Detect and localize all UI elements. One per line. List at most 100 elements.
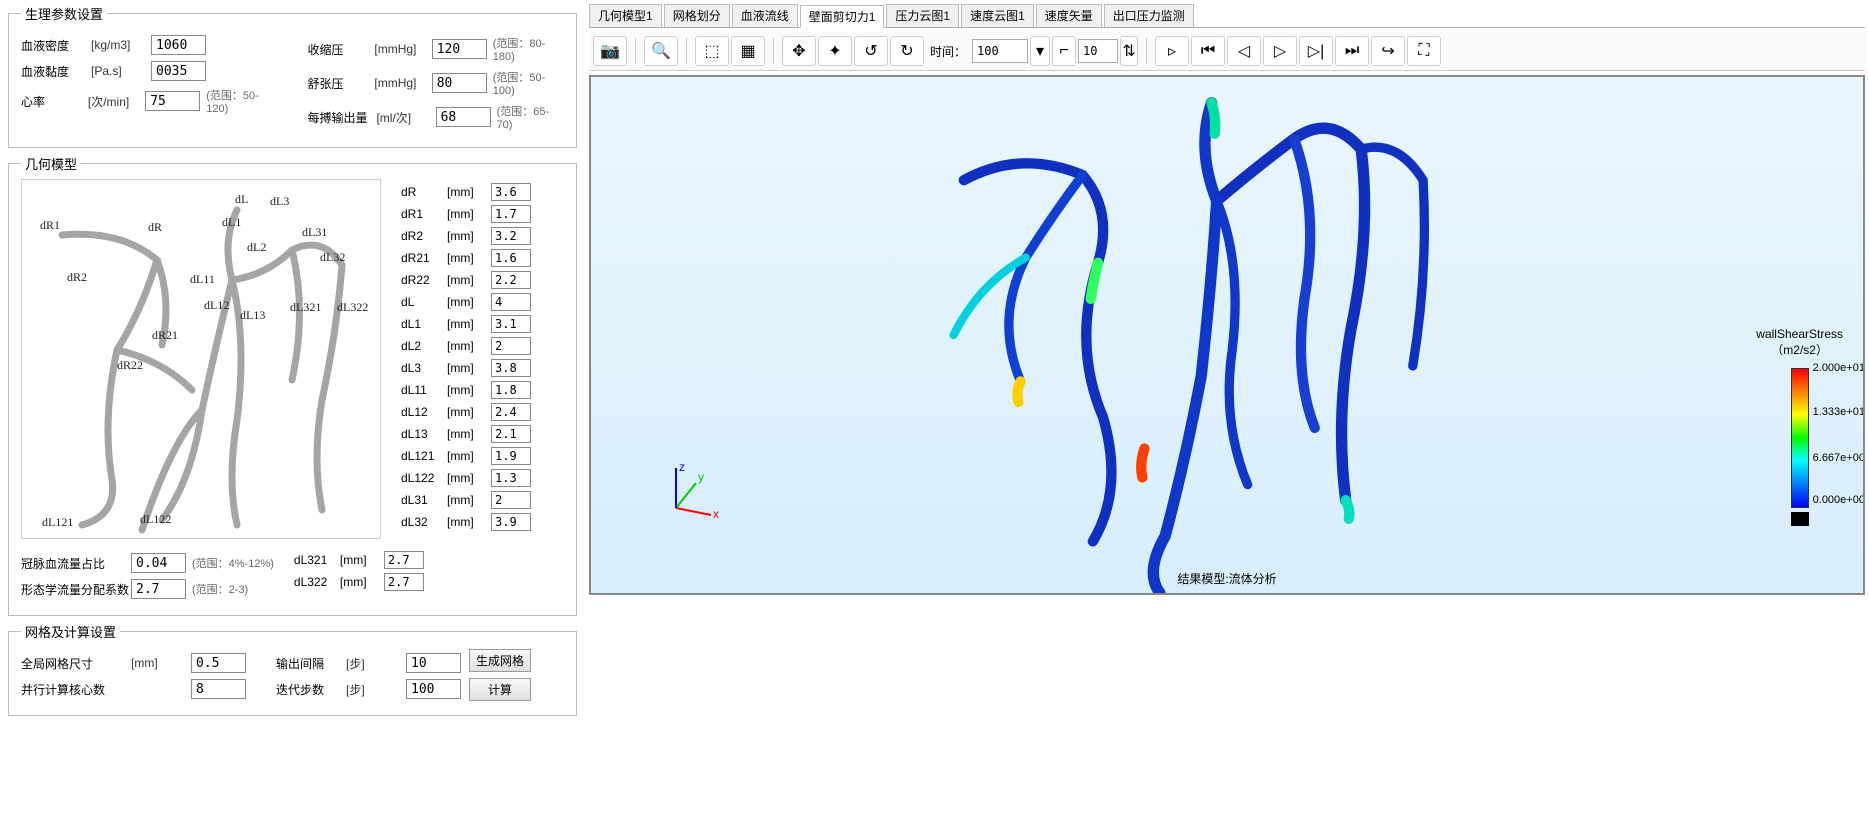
svg-text:x: x [713,507,719,521]
next-frame-icon[interactable]: ▷| [1299,36,1333,66]
step-input[interactable] [1078,39,1118,63]
last-frame-icon[interactable]: ⏭ [1335,36,1369,66]
param-input[interactable] [432,39,487,59]
tab-2[interactable]: 血液流线 [732,4,798,27]
param-input[interactable] [191,653,246,673]
rotate-ccw-icon[interactable]: ↺ [854,36,888,66]
screenshot-icon[interactable]: 📷 [593,36,627,66]
geo-input[interactable] [491,227,531,245]
param-hint: (范围：65-70) [497,103,564,131]
tab-7[interactable]: 出口压力监测 [1104,4,1194,27]
compute-button[interactable]: 计算 [469,678,531,701]
param-input[interactable] [436,107,491,127]
geo-input[interactable] [491,491,531,509]
rotate-cw-icon[interactable]: ↻ [890,36,924,66]
geometry-preview: dR1 dR dR2 dR21 dR22 dL dL1 dL2 dL3 dL11… [21,179,381,539]
step-up-down-icon[interactable]: ⇅ [1120,36,1138,66]
geo-label: dR2 [401,229,447,243]
geo-unit: [mm] [340,575,384,589]
geo-input[interactable] [491,381,531,399]
param-unit: [次/min] [88,93,145,110]
geo-unit: [mm] [447,471,491,485]
geo-input[interactable] [491,403,531,421]
param-input[interactable] [406,679,461,699]
record-icon[interactable]: ▹ [1155,36,1189,66]
color-cube-icon[interactable]: ▦ [731,36,765,66]
geo-input[interactable] [491,205,531,223]
geo-input[interactable] [491,513,531,531]
tab-5[interactable]: 速度云图1 [961,4,1034,27]
geo-unit: [mm] [447,229,491,243]
param-unit: [mmHg] [374,42,431,56]
param-input[interactable] [151,35,206,55]
viewer-tabs: 几何模型1网格划分血液流线壁面剪切力1压力云图1速度云图1速度矢量出口压力监测 [589,4,1865,28]
fullscreen-icon[interactable]: ⛶ [1407,36,1441,66]
param-input[interactable] [191,679,246,699]
geo-unit: [mm] [447,295,491,309]
geometry-model: 几何模型 dR1 dR dR2 [8,154,577,616]
param-input[interactable] [131,579,186,599]
geo-label: dL122 [401,471,447,485]
param-unit: [步] [346,655,406,672]
axes-triad: x y z [661,463,721,523]
first-frame-icon[interactable]: ⏮ [1191,36,1225,66]
geo-input[interactable] [491,469,531,487]
geo-input[interactable] [491,271,531,289]
colorbar-unit: （m2/s2） [1756,341,1843,358]
geo-unit: [mm] [340,553,384,567]
generate-mesh-button[interactable]: 生成网格 [469,649,531,672]
geo-unit: [mm] [447,251,491,265]
physio-legend: 生理参数设置 [21,4,107,23]
param-label: 输出间隔 [276,655,346,672]
param-unit: [ml/次] [376,109,435,126]
param-input[interactable] [145,91,200,111]
time-dropdown-icon[interactable]: ▾ [1030,36,1050,66]
pan-icon[interactable]: ✥ [782,36,816,66]
geo-label: dL121 [401,449,447,463]
tab-4[interactable]: 压力云图1 [886,4,959,27]
geo-label: dL13 [401,427,447,441]
geo-input[interactable] [491,293,531,311]
geo-input[interactable] [491,183,531,201]
l-shape-icon[interactable]: ⌐ [1052,36,1076,66]
physio-params: 生理参数设置 血液密度[kg/m3]血液黏度[Pa.s]心率[次/min](范围… [8,4,577,148]
geo-label: dL2 [401,339,447,353]
param-hint: (范围：2-3) [192,581,248,597]
param-input[interactable] [131,553,186,573]
param-label: 全局网格尺寸 [21,655,131,672]
geo-label: dL12 [401,405,447,419]
viewport-3d[interactable]: x y z 结果模型:流体分析 wallShearStress （m2/s2） … [589,75,1865,595]
export-icon[interactable]: ↪ [1371,36,1405,66]
geo-input[interactable] [491,425,531,443]
geo-label: dR21 [401,251,447,265]
select-icon[interactable]: ⬚ [695,36,729,66]
geo-input[interactable] [491,249,531,267]
geo-input[interactable] [491,359,531,377]
tab-0[interactable]: 几何模型1 [589,4,662,27]
geo-input[interactable] [491,315,531,333]
axes-icon[interactable]: ✦ [818,36,852,66]
tab-3[interactable]: 壁面剪切力1 [800,5,885,28]
geo-label: dL11 [401,383,447,397]
param-input[interactable] [151,61,206,81]
geo-label: dL1 [401,317,447,331]
tab-6[interactable]: 速度矢量 [1036,4,1102,27]
time-input[interactable] [972,39,1028,63]
viewer-toolbar: 📷 🔍 ⬚ ▦ ✥ ✦ ↺ ↻ 时间： ▾ ⌐ ⇅ ▹ ⏮ ◁ ▷ ▷| ⏭ ↪… [589,32,1865,71]
prev-frame-icon[interactable]: ◁ [1227,36,1261,66]
param-label: 冠脉血流量占比 [21,555,131,572]
param-unit: [步] [346,681,406,698]
mesh-settings: 网格及计算设置 全局网格尺寸[mm]并行计算核心数 输出间隔[步]迭代步数[步]… [8,622,577,716]
param-input[interactable] [406,653,461,673]
param-hint: (范围：80-180) [493,35,564,63]
svg-text:z: z [679,463,685,474]
geo-input[interactable] [384,551,424,569]
param-input[interactable] [432,73,487,93]
geo-input[interactable] [491,447,531,465]
play-icon[interactable]: ▷ [1263,36,1297,66]
zoom-icon[interactable]: 🔍 [644,36,678,66]
tab-1[interactable]: 网格划分 [664,4,730,27]
geo-input[interactable] [384,573,424,591]
param-unit: [mmHg] [374,76,431,90]
geo-input[interactable] [491,337,531,355]
